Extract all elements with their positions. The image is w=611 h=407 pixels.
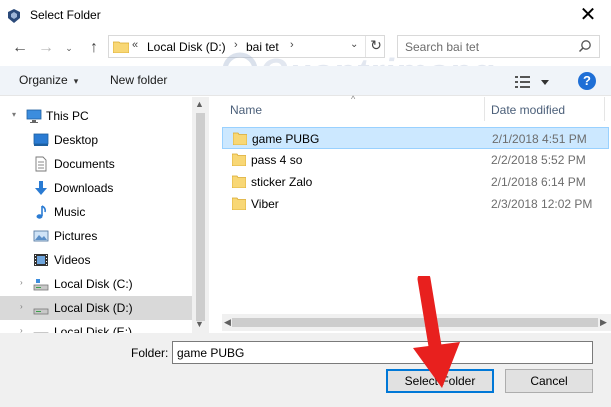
address-overflow-icon[interactable]: «	[132, 39, 138, 51]
folder-icon	[113, 41, 129, 53]
scroll-up-icon[interactable]: ▲	[195, 99, 204, 109]
folder-icon	[232, 153, 246, 166]
change-view-button[interactable]	[514, 74, 550, 90]
expand-arrow-icon[interactable]: ›	[20, 278, 23, 287]
file-list: ^ Name Date modified game PUBG 2/1/2018 …	[222, 94, 611, 333]
navigation-scrollbar[interactable]: ▲ ▼	[192, 97, 209, 333]
list-item[interactable]: pass 4 so 2/2/2018 5:52 PM	[222, 149, 609, 171]
sort-indicator-icon: ^	[351, 94, 356, 104]
details-view-icon	[515, 76, 549, 88]
sidebar-item-label: This PC	[46, 109, 89, 123]
column-separator[interactable]	[604, 97, 605, 121]
sidebar-item-desktop[interactable]: Desktop	[0, 128, 192, 152]
scrollbar-thumb[interactable]	[196, 113, 205, 321]
command-toolbar: Organize ▾ New folder ?	[0, 66, 611, 96]
collapse-arrow-icon[interactable]: ▾	[12, 110, 16, 119]
folder-icon	[232, 175, 246, 188]
folder-icon	[232, 197, 246, 210]
recent-locations-chevron-icon[interactable]: ⌄	[64, 38, 74, 58]
list-item[interactable]: game PUBG 2/1/2018 4:51 PM	[222, 127, 609, 149]
sidebar-item-label: Downloads	[54, 181, 114, 195]
file-name: sticker Zalo	[251, 175, 313, 189]
column-header-name[interactable]: Name	[230, 103, 262, 117]
downloads-icon	[35, 181, 47, 195]
folder-label: Folder:	[131, 346, 169, 360]
close-button[interactable]: ✕	[575, 4, 601, 26]
pictures-icon	[33, 230, 49, 242]
expand-arrow-icon[interactable]: ›	[20, 302, 23, 311]
folder-field[interactable]	[172, 341, 593, 364]
scroll-right-icon[interactable]: ▶	[600, 317, 607, 328]
sidebar-item-label: Documents	[54, 157, 115, 171]
sidebar-item-label: Desktop	[54, 133, 99, 147]
address-history-chevron-icon[interactable]: ⌄	[350, 39, 358, 50]
drive-icon	[33, 308, 49, 315]
file-name: Viber	[251, 197, 279, 211]
file-date: 2/1/2018 4:51 PM	[492, 132, 587, 146]
file-name: pass 4 so	[251, 153, 303, 167]
sidebar-item-local-disk-d[interactable]: › Local Disk (D:)	[0, 296, 192, 320]
sidebar-item-videos[interactable]: Videos	[0, 248, 192, 272]
column-header-date-modified[interactable]: Date modified	[491, 103, 565, 117]
scroll-left-icon[interactable]: ◀	[224, 317, 231, 328]
new-folder-button[interactable]: New folder	[110, 73, 167, 87]
drive-icon	[33, 279, 49, 291]
organize-menu[interactable]: Organize ▾	[19, 73, 78, 87]
sidebar-item-local-disk-e[interactable]: › Local Disk (E:)	[0, 320, 192, 333]
music-icon	[36, 205, 46, 219]
documents-icon	[35, 156, 47, 172]
sidebar-item-label: Videos	[54, 253, 91, 267]
sidebar-item-this-pc[interactable]: ▾ This PC	[0, 104, 192, 128]
sidebar-item-label: Music	[54, 205, 86, 219]
window-title: Select Folder	[30, 8, 101, 22]
organize-label: Organize	[19, 73, 68, 87]
sidebar-item-pictures[interactable]: Pictures	[0, 224, 192, 248]
sidebar-item-local-disk-c[interactable]: › Local Disk (C:)	[0, 272, 192, 296]
pc-icon	[26, 109, 42, 123]
help-button[interactable]: ?	[578, 72, 596, 90]
sidebar-item-downloads[interactable]: Downloads	[0, 176, 192, 200]
title-bar: Select Folder ✕	[0, 0, 611, 32]
sidebar-item-label: Local Disk (D:)	[54, 301, 133, 315]
sidebar-item-documents[interactable]: Documents	[0, 152, 192, 176]
column-separator[interactable]	[484, 97, 485, 121]
list-item[interactable]: sticker Zalo 2/1/2018 6:14 PM	[222, 171, 609, 193]
address-segment-local-disk-d[interactable]: Local Disk (D:)	[147, 40, 226, 54]
forward-arrow-icon[interactable]: →	[36, 38, 56, 58]
cancel-button[interactable]: Cancel	[505, 369, 593, 393]
back-arrow-icon[interactable]: ←	[10, 38, 30, 58]
up-arrow-icon[interactable]: ↑	[84, 38, 104, 58]
app-icon	[8, 9, 20, 23]
folder-icon	[233, 132, 247, 145]
sidebar-item-music[interactable]: Music	[0, 200, 192, 224]
select-folder-button[interactable]: Select Folder	[386, 369, 494, 393]
list-item[interactable]: Viber 2/3/2018 12:02 PM	[222, 193, 609, 215]
sidebar-item-label: Pictures	[54, 229, 98, 243]
file-date: 2/3/2018 12:02 PM	[491, 197, 593, 211]
expand-arrow-icon[interactable]: ›	[20, 326, 23, 333]
drive-icon	[33, 332, 49, 333]
file-date: 2/1/2018 6:14 PM	[491, 175, 586, 189]
scrollbar-thumb[interactable]	[232, 318, 598, 327]
sidebar-item-label: Local Disk (C:)	[54, 277, 133, 291]
search-icon[interactable]	[577, 38, 593, 54]
organize-caret-icon: ▾	[73, 76, 79, 86]
sidebar-item-label: Local Disk (E:)	[54, 325, 133, 333]
desktop-icon	[33, 133, 49, 146]
file-date: 2/2/2018 5:52 PM	[491, 153, 586, 167]
scroll-down-icon[interactable]: ▼	[195, 319, 204, 329]
file-name: game PUBG	[252, 132, 320, 146]
horizontal-scrollbar[interactable]: ◀ ▶	[222, 314, 611, 331]
videos-icon	[34, 254, 48, 266]
navigation-pane: ▾ This PC Desktop Documents Downloads Mu…	[0, 97, 192, 333]
